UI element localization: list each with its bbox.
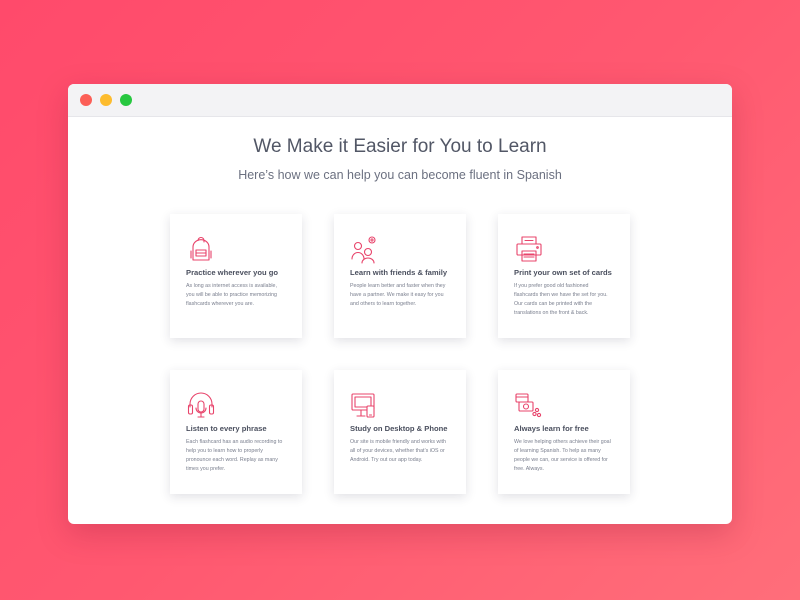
printer-icon (514, 234, 544, 264)
feature-card-free: Always learn for free We love helping ot… (498, 370, 630, 494)
feature-description: If you prefer good old fashioned flashca… (514, 283, 608, 316)
desktop-phone-icon (350, 390, 380, 420)
feature-card-print-cards: Print your own set of cards If you prefe… (498, 214, 630, 338)
feature-description: Each flashcard has an audio recording to… (186, 439, 283, 472)
feature-card-friends-family: Learn with friends & family People learn… (334, 214, 466, 338)
feature-title: Learn with friends & family (350, 268, 448, 277)
feature-title: Print your own set of cards (514, 268, 612, 277)
feature-card-desktop-phone: Study on Desktop & Phone Our site is mob… (334, 370, 466, 494)
feature-card-practice-anywhere: Practice wherever you go As long as inte… (170, 214, 302, 338)
maximize-window-button[interactable] (120, 94, 132, 106)
feature-card-listen: Listen to every phrase Each flashcard ha… (170, 370, 302, 494)
browser-window: We Make it Easier for You to Learn Here’… (68, 84, 732, 524)
people-icon (350, 234, 380, 264)
window-titlebar (68, 84, 732, 117)
feature-description: We love helping others achieve their goa… (514, 439, 611, 472)
feature-title: Study on Desktop & Phone (350, 424, 448, 433)
feature-description: As long as internet access is available,… (186, 283, 277, 307)
feature-description: People learn better and faster when they… (350, 283, 446, 307)
page-title: We Make it Easier for You to Learn (253, 136, 547, 157)
backpack-icon (186, 234, 216, 264)
feature-title: Always learn for free (514, 424, 589, 433)
minimize-window-button[interactable] (100, 94, 112, 106)
feature-title: Practice wherever you go (186, 268, 279, 277)
page-subtitle: Here’s how we can help you can become fl… (238, 168, 562, 182)
headphones-icon (186, 390, 216, 420)
close-window-button[interactable] (80, 94, 92, 106)
feature-description: Our site is mobile friendly and works wi… (350, 439, 446, 463)
feature-title: Listen to every phrase (186, 424, 267, 433)
money-icon (514, 390, 544, 420)
